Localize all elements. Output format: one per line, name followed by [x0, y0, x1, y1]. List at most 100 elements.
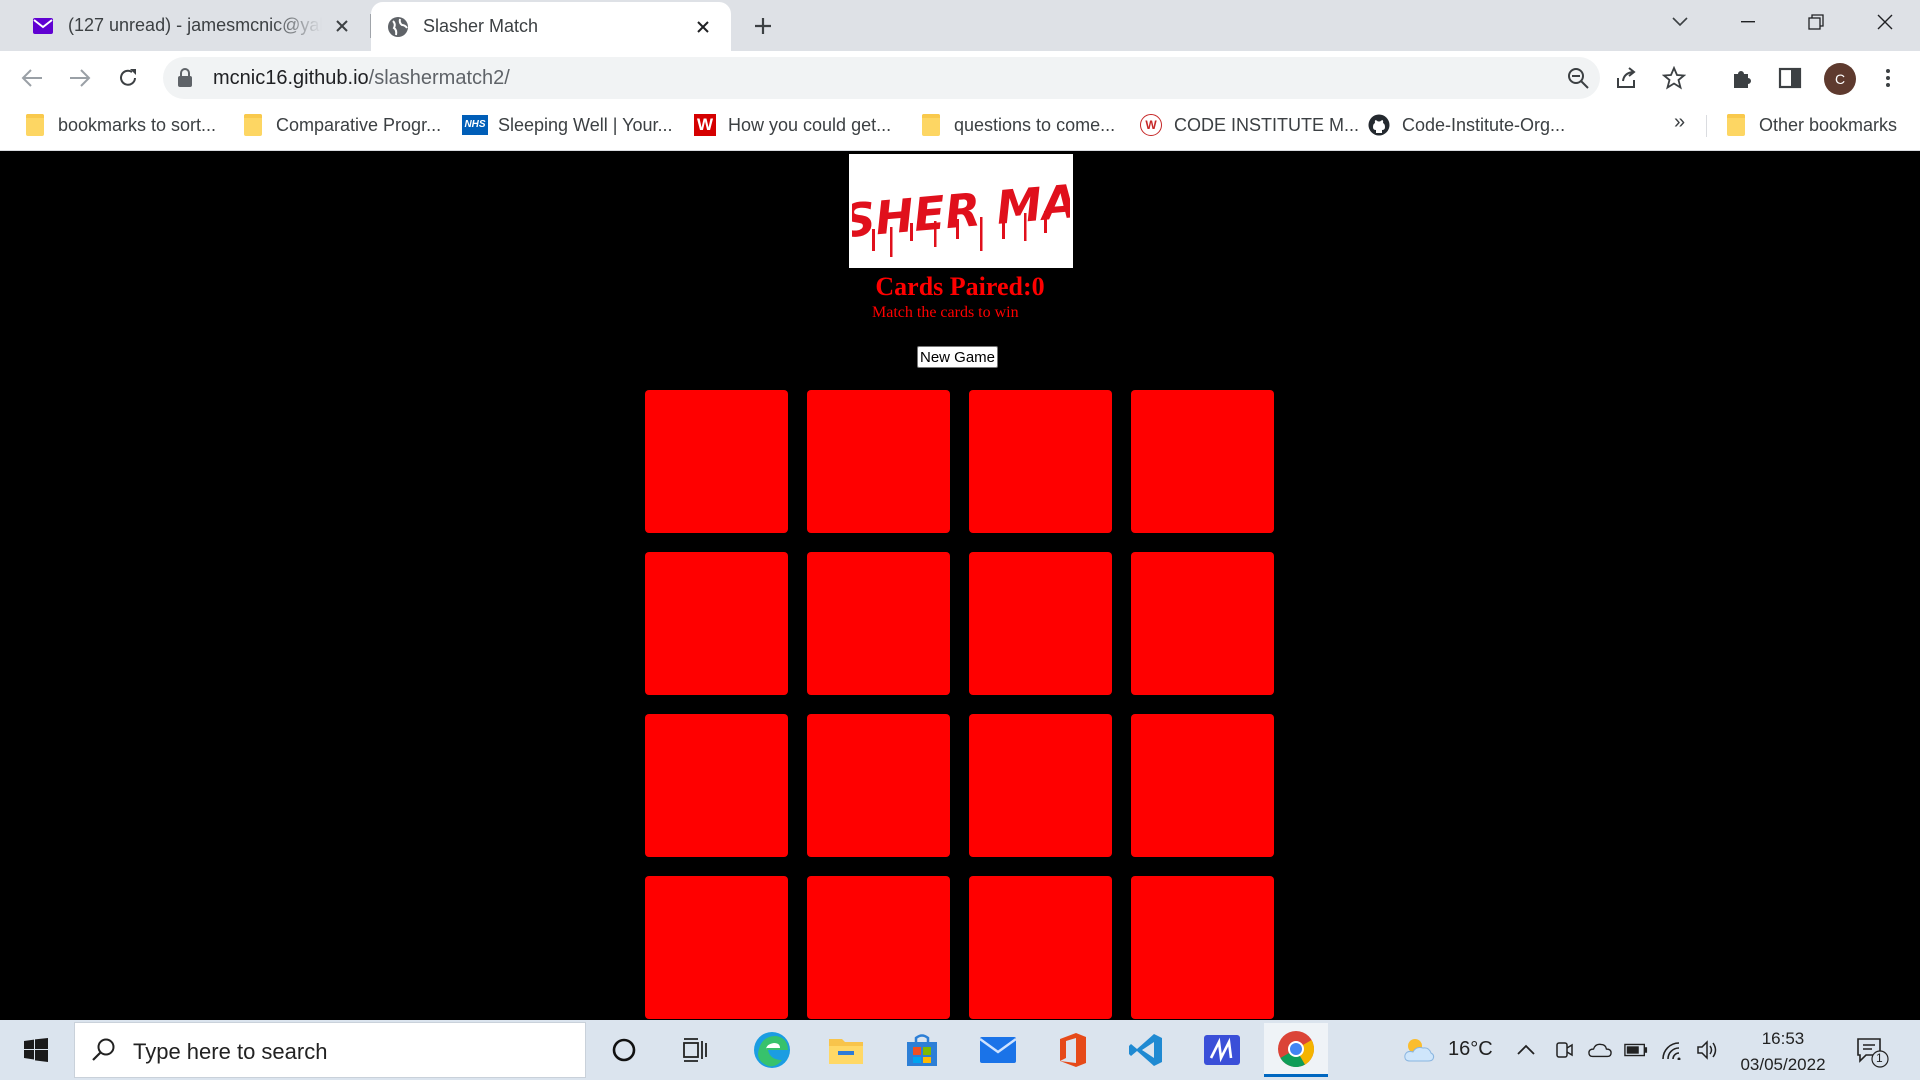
card[interactable] — [645, 552, 788, 695]
tab-search-chevron-icon[interactable] — [1650, 0, 1710, 44]
cortana-icon — [612, 1038, 636, 1062]
bookmarks-divider — [1706, 115, 1707, 137]
system-clock[interactable]: 16:53 03/05/2022 — [1728, 1026, 1838, 1078]
close-tab-icon[interactable] — [691, 15, 715, 39]
card[interactable] — [645, 714, 788, 857]
card[interactable] — [807, 876, 950, 1019]
bookmark-label: Code-Institute-Org... — [1402, 114, 1566, 135]
folder-icon — [829, 1039, 863, 1064]
new-tab-button[interactable] — [747, 10, 779, 42]
menu-kebab-icon[interactable] — [1876, 66, 1900, 90]
new-game-button[interactable]: New Game — [917, 346, 999, 368]
mail-app[interactable] — [974, 1026, 1022, 1074]
folder-icon — [24, 114, 46, 136]
edge-icon — [754, 1032, 790, 1068]
edge-app[interactable] — [748, 1026, 796, 1074]
card[interactable] — [807, 390, 950, 533]
bookmark-item[interactable]: questions to come... — [920, 105, 1115, 145]
bookmark-item[interactable]: Comparative Progr... — [242, 105, 441, 145]
meet-now-icon[interactable] — [1552, 1038, 1576, 1062]
instruction-text: Match the cards to win — [872, 304, 1019, 321]
nhs-logo-icon: NHS — [462, 114, 488, 136]
task-view-button[interactable] — [672, 1026, 720, 1074]
card[interactable] — [969, 876, 1112, 1019]
card[interactable] — [1131, 552, 1274, 695]
card[interactable] — [645, 876, 788, 1019]
notification-center-icon[interactable]: 1 — [1855, 1036, 1889, 1073]
close-tab-icon[interactable] — [330, 14, 354, 38]
microsoft-store-app[interactable] — [898, 1026, 946, 1074]
card[interactable] — [1131, 390, 1274, 533]
mail-icon — [32, 15, 54, 37]
chevron-up-icon[interactable] — [1514, 1038, 1538, 1062]
folder-icon — [1725, 114, 1747, 136]
card[interactable] — [807, 714, 950, 857]
tab-title: Slasher Match — [423, 16, 539, 36]
address-bar[interactable]: mcnic16.github.io/slashermatch2/ — [163, 57, 1687, 99]
extensions-icon[interactable] — [1730, 66, 1754, 90]
share-icon[interactable] — [1614, 66, 1638, 90]
card[interactable] — [969, 714, 1112, 857]
bookmark-star-icon[interactable] — [1661, 65, 1687, 90]
office-app[interactable] — [1048, 1026, 1096, 1074]
battery-icon[interactable] — [1624, 1038, 1648, 1062]
weather-icon[interactable] — [1402, 1034, 1436, 1064]
vscode-app[interactable] — [1122, 1026, 1170, 1074]
browser-toolbar: mcnic16.github.io/slashermatch2/ C — [0, 51, 1920, 105]
card-grid — [645, 390, 1275, 1019]
close-window-button[interactable] — [1855, 0, 1915, 44]
lock-icon[interactable] — [177, 68, 193, 93]
slasher-match-logo: SLASHER MATCH — [849, 154, 1073, 268]
cortana-button[interactable] — [600, 1026, 648, 1074]
windows-logo-icon — [24, 1038, 48, 1062]
github-icon — [1368, 114, 1390, 136]
forward-button[interactable] — [62, 60, 98, 96]
folder-icon — [920, 114, 942, 136]
windows-taskbar: Type here to search 16°C 16:53 03/05/202… — [0, 1020, 1920, 1080]
page-viewport: SLASHER MATCH Cards Paired:0 Match the c… — [0, 152, 1920, 1020]
tab-slasher-match[interactable]: Slasher Match — [371, 2, 731, 51]
card[interactable] — [1131, 876, 1274, 1019]
bookmark-label: Sleeping Well | Your... — [498, 114, 673, 135]
zoom-icon[interactable] — [1566, 66, 1590, 90]
mail-icon — [979, 1037, 1017, 1063]
profile-avatar[interactable]: C — [1824, 63, 1856, 95]
bookmark-item[interactable]: W How you could get... — [694, 105, 891, 145]
bookmark-item[interactable]: Code-Institute-Org... — [1368, 105, 1565, 145]
ci-logo-icon: W — [1140, 114, 1162, 136]
card[interactable] — [969, 552, 1112, 695]
back-button[interactable] — [14, 60, 50, 96]
card[interactable] — [1131, 714, 1274, 857]
task-view-icon — [683, 1038, 707, 1062]
card[interactable] — [807, 552, 950, 695]
search-placeholder: Type here to search — [133, 1039, 328, 1064]
onedrive-icon[interactable] — [1588, 1038, 1612, 1062]
clock-date: 03/05/2022 — [1740, 1055, 1826, 1074]
weather-temperature[interactable]: 16°C — [1448, 1038, 1493, 1061]
ci-logo-text: W — [1140, 114, 1162, 136]
cards-paired-counter: Cards Paired:0 — [0, 272, 1920, 302]
restore-button[interactable] — [1786, 0, 1846, 44]
wifi-icon[interactable] — [1660, 1038, 1684, 1062]
reload-button[interactable] — [110, 60, 146, 96]
minimize-button[interactable] — [1718, 0, 1778, 44]
bookmark-label: questions to come... — [954, 114, 1116, 135]
app-launcher[interactable] — [1198, 1026, 1246, 1074]
url-text[interactable]: mcnic16.github.io/slashermatch2/ — [213, 67, 510, 90]
other-bookmarks[interactable]: Other bookmarks — [1725, 105, 1897, 145]
card[interactable] — [969, 390, 1112, 533]
bookmark-item[interactable]: W CODE INSTITUTE M... — [1140, 105, 1359, 145]
tab-yahoo-mail[interactable]: (127 unread) - jamesmcnic@yahoo.co.uk — [16, 0, 370, 51]
url-host: mcnic16.github.io — [213, 67, 369, 89]
bookmark-item[interactable]: NHS Sleeping Well | Your... — [462, 105, 673, 145]
bookmarks-overflow-button[interactable]: » — [1674, 111, 1685, 134]
side-panel-icon[interactable] — [1778, 66, 1802, 90]
file-explorer-app[interactable] — [822, 1026, 870, 1074]
nhs-logo-text: NHS — [462, 115, 488, 135]
chrome-app[interactable] — [1264, 1023, 1328, 1077]
bookmark-item[interactable]: bookmarks to sort... — [24, 105, 216, 145]
taskbar-search-box[interactable]: Type here to search — [74, 1022, 586, 1078]
volume-icon[interactable] — [1696, 1038, 1720, 1062]
card[interactable] — [645, 390, 788, 533]
start-button[interactable] — [0, 1020, 72, 1080]
